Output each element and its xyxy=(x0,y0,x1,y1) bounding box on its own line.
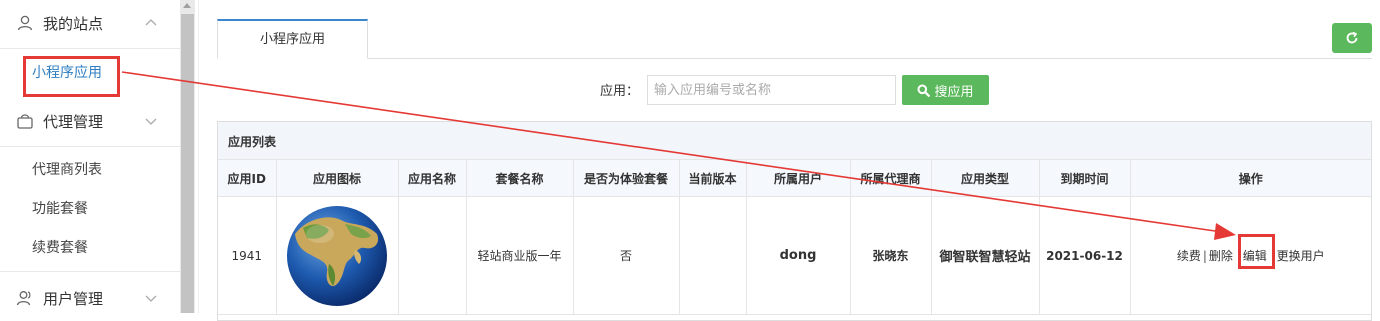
renew-link[interactable]: 续费 xyxy=(1177,249,1201,263)
cell-app-type: 御智联智慧轻站 xyxy=(930,196,1040,315)
column-header: 应用类型 xyxy=(930,159,1040,197)
menu-group-label: 代理管理 xyxy=(43,112,104,131)
column-header: 所属代理商 xyxy=(849,159,932,197)
panel-header: 应用列表 xyxy=(218,122,1371,160)
action-separator: | xyxy=(1202,249,1207,263)
column-header: 套餐名称 xyxy=(465,159,574,197)
sidebar-item-label: 功能套餐 xyxy=(32,201,88,217)
users-icon xyxy=(16,291,31,306)
tab-bar xyxy=(217,58,1372,59)
column-header: 应用名称 xyxy=(397,159,467,197)
search-label: 应用： xyxy=(600,84,640,99)
search-button-label: 搜应用 xyxy=(934,84,974,100)
cell-app-icon xyxy=(275,196,399,315)
divider xyxy=(0,271,180,272)
sidebar-item-feature-packages[interactable]: 功能套餐 xyxy=(0,191,180,227)
menu-group-my-sites[interactable]: 我的站点 xyxy=(0,1,180,45)
search-icon xyxy=(917,84,931,97)
search-button[interactable]: 搜应用 xyxy=(902,75,989,105)
change-user-link[interactable]: 更换用户 xyxy=(1277,249,1325,263)
search-input[interactable] xyxy=(647,75,896,105)
annotation-edit-box xyxy=(1238,234,1275,269)
shopping-bag-icon xyxy=(17,114,33,129)
column-header: 应用图标 xyxy=(275,159,399,197)
cell-current-version xyxy=(678,196,747,315)
cell-app-id: 1941 xyxy=(218,196,277,315)
sidebar-item-label: 代理商列表 xyxy=(32,162,102,178)
sidebar-item-agent-list[interactable]: 代理商列表 xyxy=(0,152,180,188)
menu-group-user-management[interactable]: 用户管理 xyxy=(0,276,180,320)
table-header-row: 应用ID 应用图标 应用名称 套餐名称 是否为体验套餐 当前版本 所属用户 所属… xyxy=(218,159,1371,197)
divider xyxy=(0,146,180,147)
table-row: 1941 轻站商业版一年 否 dong 张晓东 御智联智慧轻站 2021-06-… xyxy=(218,196,1371,315)
menu-group-agent-management[interactable]: 代理管理 xyxy=(0,99,180,143)
content-divider xyxy=(198,0,199,313)
sidebar-item-renewal-packages[interactable]: 续费套餐 xyxy=(0,230,180,266)
sidebar-item-label: 续费套餐 xyxy=(32,240,88,256)
menu-group-label: 用户管理 xyxy=(43,289,104,308)
cell-is-trial: 否 xyxy=(572,196,680,315)
column-header: 到期时间 xyxy=(1038,159,1131,197)
app-table: 应用ID 应用图标 应用名称 套餐名称 是否为体验套餐 当前版本 所属用户 所属… xyxy=(218,159,1371,315)
cell-app-name xyxy=(397,196,467,315)
app-list-panel: 应用列表 应用ID 应用图标 应用名称 套餐名称 是否为体验套餐 当前版本 所属… xyxy=(217,121,1372,321)
tab-mini-program-apps[interactable]: 小程序应用 xyxy=(217,19,368,59)
scroll-up-arrow-icon[interactable] xyxy=(183,3,191,8)
column-header: 所属用户 xyxy=(745,159,851,197)
menu-group-label: 我的站点 xyxy=(43,14,104,33)
delete-link[interactable]: 删除 xyxy=(1209,249,1233,263)
user-icon xyxy=(17,15,33,31)
column-header: 应用ID xyxy=(218,159,277,197)
cell-owner-user: dong xyxy=(745,196,851,315)
refresh-button[interactable] xyxy=(1332,23,1372,53)
refresh-icon xyxy=(1346,31,1358,44)
column-header: 当前版本 xyxy=(678,159,747,197)
sidebar: 我的站点 小程序应用 代理管理 代理商列表 功能套餐 续费套餐 用户管理 xyxy=(0,0,180,313)
chevron-down-icon xyxy=(145,118,157,125)
divider xyxy=(0,48,180,49)
chevron-down-icon xyxy=(145,295,157,302)
chevron-up-icon xyxy=(145,19,157,26)
cell-package-name: 轻站商业版一年 xyxy=(465,196,574,315)
annotation-highlight-box xyxy=(23,56,120,97)
column-header: 是否为体验套餐 xyxy=(572,159,680,197)
cell-agent: 张晓东 xyxy=(849,196,932,315)
globe-icon xyxy=(287,205,387,306)
panel-title: 应用列表 xyxy=(228,135,277,149)
sidebar-scrollbar-thumb[interactable] xyxy=(181,14,194,313)
column-header: 操作 xyxy=(1129,159,1371,197)
cell-expiry-date: 2021-06-12 xyxy=(1038,196,1131,315)
